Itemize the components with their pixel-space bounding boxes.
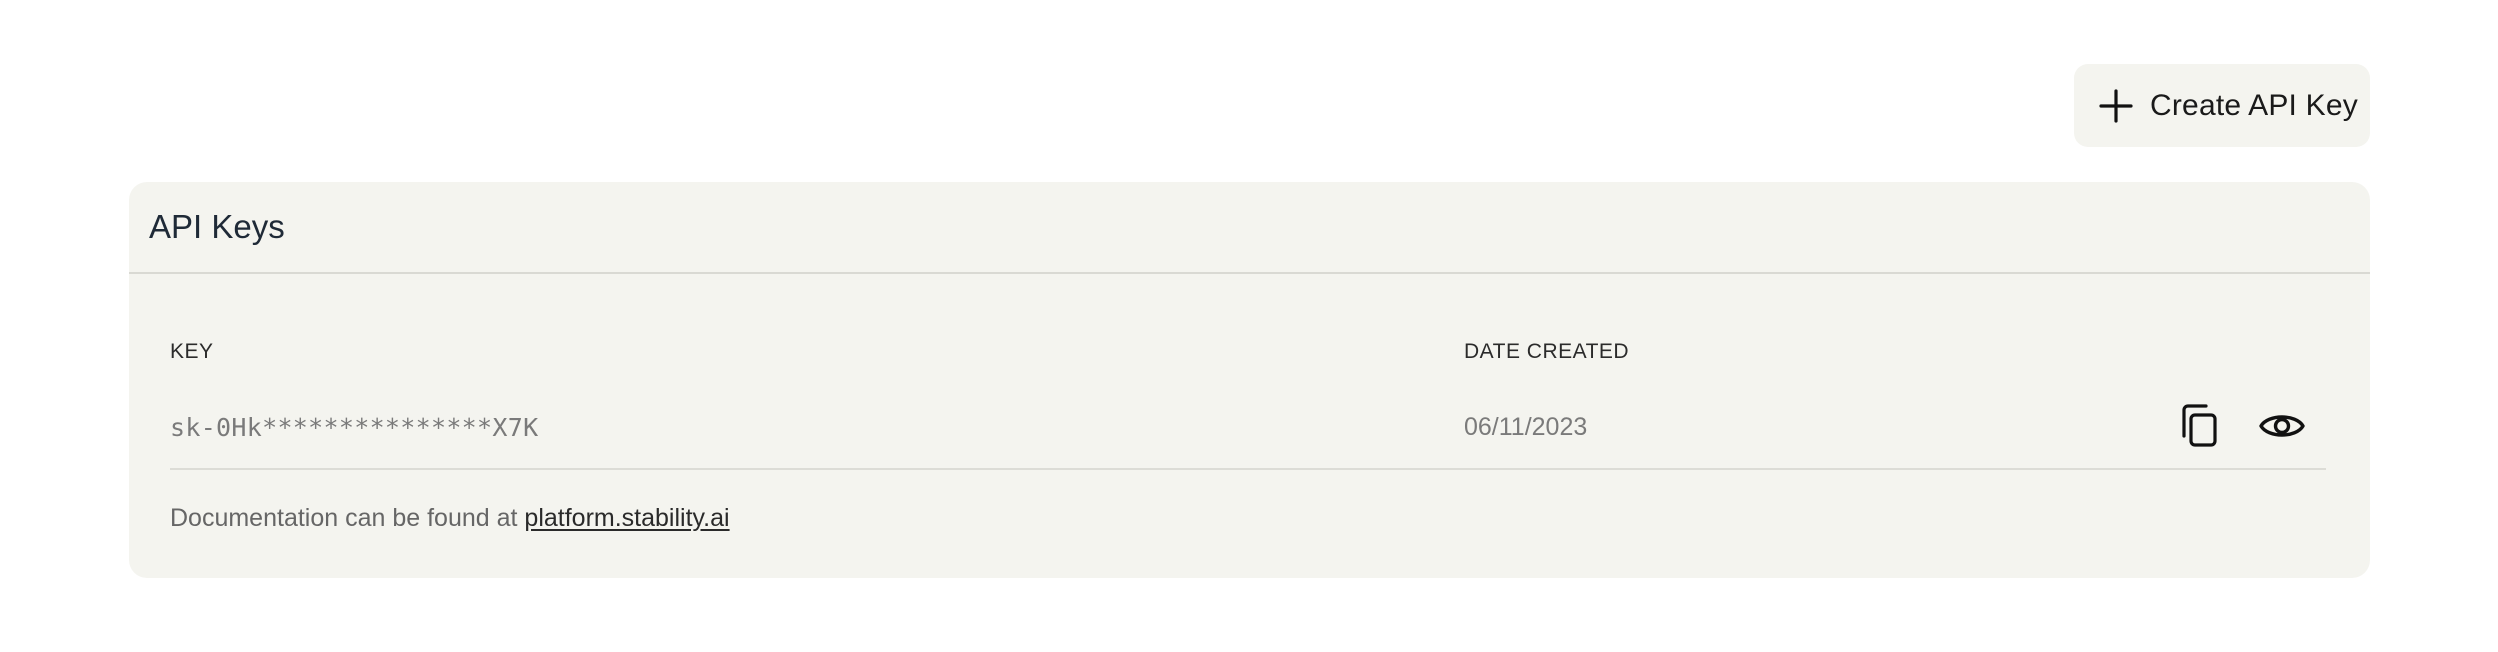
documentation-note: Documentation can be found at platform.s…	[170, 504, 730, 533]
copy-key-button[interactable]	[2171, 400, 2227, 456]
eye-icon	[2258, 408, 2306, 449]
card-header: API Keys	[129, 182, 2370, 274]
api-keys-page: Create API Key API Keys KEY DATE CREATED…	[0, 0, 2498, 652]
column-header-key: KEY	[170, 340, 214, 363]
table-row: sk-0Hk***************X7K 06/11/2023	[170, 390, 2326, 470]
create-api-key-button[interactable]: Create API Key	[2074, 64, 2370, 147]
copy-icon	[2176, 402, 2222, 455]
reveal-key-button[interactable]	[2254, 400, 2310, 456]
documentation-text: Documentation can be found at	[170, 504, 525, 532]
documentation-link[interactable]: platform.stability.ai	[524, 504, 729, 532]
card-title: API Keys	[149, 208, 285, 245]
date-created-value: 06/11/2023	[1464, 413, 1588, 441]
column-header-date-created: DATE CREATED	[1464, 340, 1630, 363]
create-api-key-label: Create API Key	[2150, 88, 2358, 122]
api-keys-card: API Keys KEY DATE CREATED sk-0Hk********…	[129, 182, 2370, 578]
api-key-value: sk-0Hk***************X7K	[170, 413, 539, 442]
plus-icon	[2096, 86, 2136, 126]
